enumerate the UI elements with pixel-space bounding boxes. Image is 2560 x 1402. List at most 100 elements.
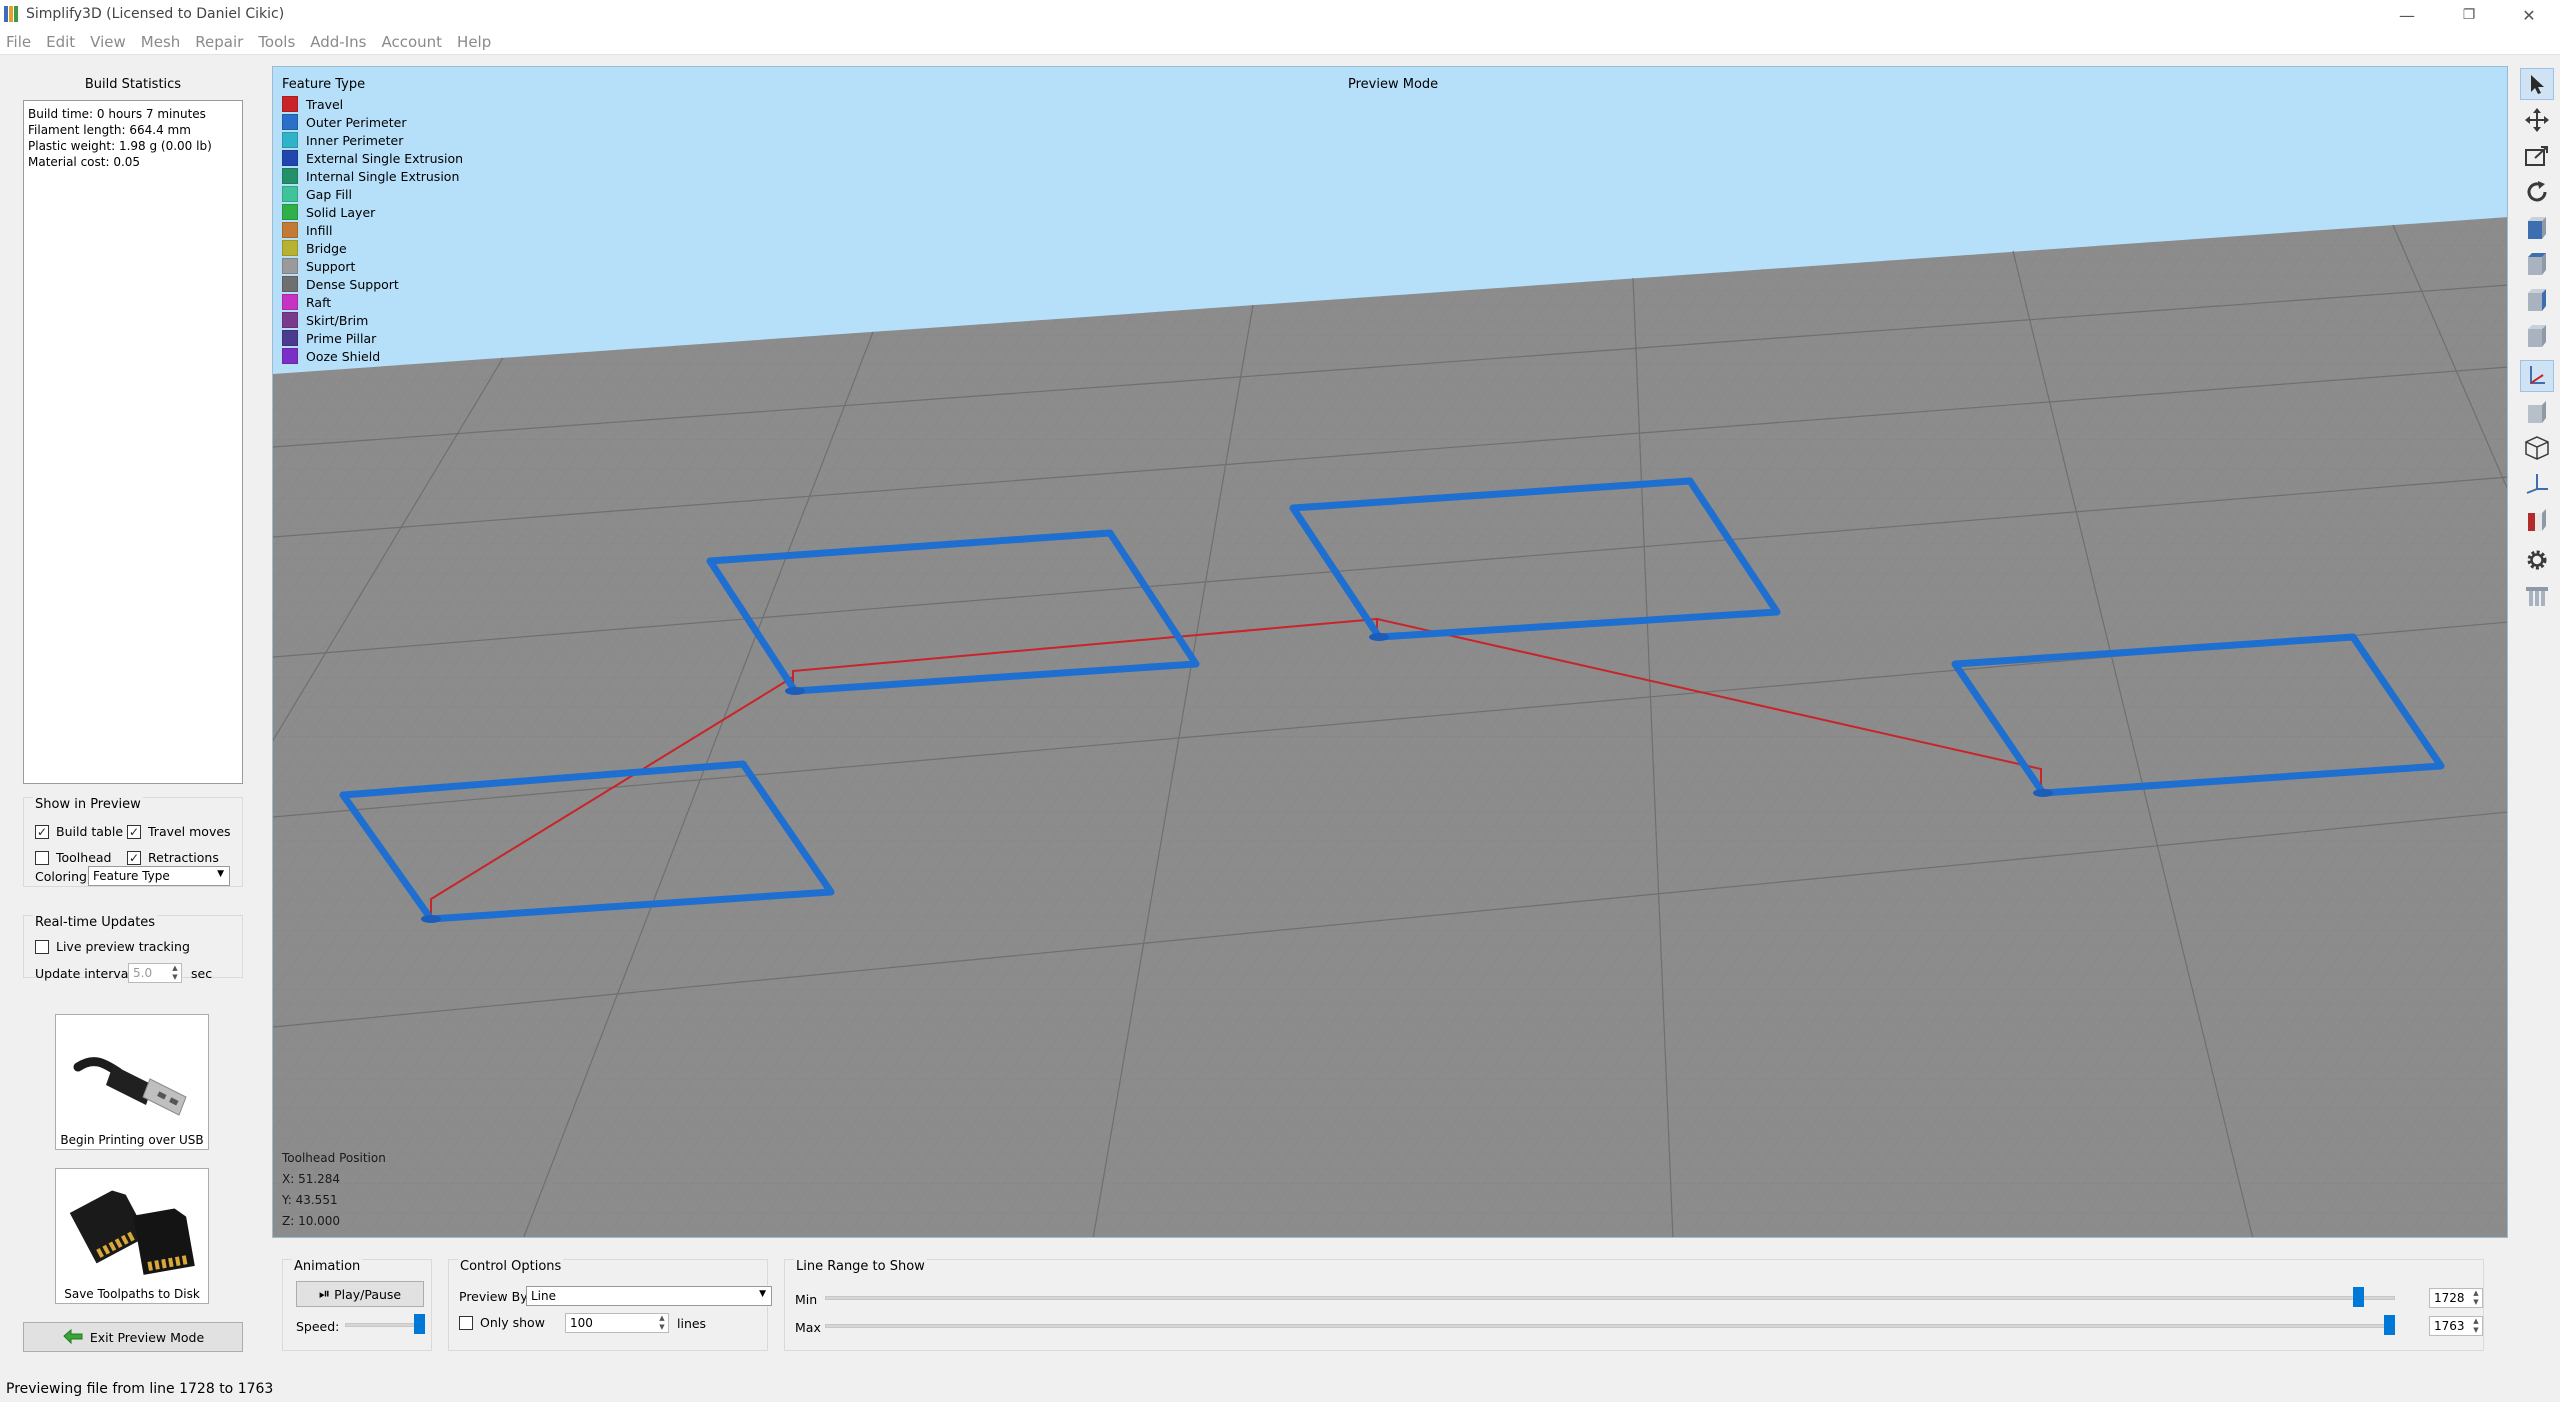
menu-repair[interactable]: Repair xyxy=(195,33,243,51)
preview-by-select[interactable]: Line ▼ xyxy=(526,1286,772,1306)
speed-slider-track[interactable] xyxy=(345,1323,425,1327)
cube-left-icon xyxy=(2528,289,2546,311)
live-preview-checkbox[interactable]: Live preview tracking xyxy=(35,939,190,954)
line-range-title: Line Range to Show xyxy=(794,1259,927,1274)
view-cross-section-button[interactable] xyxy=(2520,504,2554,536)
max-label: Max xyxy=(795,1320,821,1335)
legend-swatch xyxy=(282,132,298,148)
view-solid-button[interactable] xyxy=(2520,396,2554,428)
control-options-group: Control Options Preview By Line ▼ Only s… xyxy=(448,1259,772,1351)
title-bar: Simplify3D (Licensed to Daniel Cikic) — … xyxy=(0,0,2560,30)
minimize-button[interactable]: — xyxy=(2378,0,2436,30)
menu-file[interactable]: File xyxy=(6,33,31,51)
legend-swatch xyxy=(282,312,298,328)
view-top-button[interactable] xyxy=(2520,248,2554,280)
bottom-controls: Animation ⏯ Play/Pause Speed: Control Op… xyxy=(272,1244,2508,1356)
retractions-check-box[interactable]: ✓ xyxy=(127,850,141,865)
build-time: Build time: 0 hours 7 minutes xyxy=(28,107,206,121)
only-show-lines-spinner[interactable]: 100 ▲ ▼ xyxy=(565,1313,669,1333)
menu-add-ins[interactable]: Add-Ins xyxy=(310,33,366,51)
max-slider-track[interactable] xyxy=(825,1324,2395,1328)
legend-label: Internal Single Extrusion xyxy=(306,168,460,184)
only-show-checkbox[interactable]: Only show xyxy=(459,1315,545,1330)
build-table-checkbox[interactable]: ✓ Build table xyxy=(35,824,123,839)
view-wireframe-button[interactable] xyxy=(2520,432,2554,464)
menu-tools[interactable]: Tools xyxy=(258,33,295,51)
play-pause-button[interactable]: ⏯ Play/Pause xyxy=(296,1281,424,1307)
toolhead-check-box[interactable] xyxy=(35,850,49,865)
update-interval-spinner[interactable]: 5.0 ▲ ▼ xyxy=(128,963,182,983)
toolhead-z: Z: 10.000 xyxy=(282,1214,341,1228)
only-show-label: Only show xyxy=(480,1315,545,1330)
play-pause-icon: ⏯ xyxy=(318,1286,331,1302)
status-bar: Previewing file from line 1728 to 1763 xyxy=(0,1378,2560,1402)
preview-mode-label: Preview Mode xyxy=(1348,77,1439,92)
min-slider-thumb[interactable] xyxy=(2352,1287,2364,1307)
preview-viewport[interactable]: Feature Type Travel Outer Perimeter Inne… xyxy=(272,66,2508,1238)
legend-item-raft: Raft xyxy=(282,293,331,311)
material-cost: Material cost: 0.05 xyxy=(28,155,141,169)
build-table-label: Build table xyxy=(56,824,124,839)
legend-label: Dense Support xyxy=(306,276,399,292)
menu-account[interactable]: Account xyxy=(381,33,442,51)
close-button[interactable]: ✕ xyxy=(2500,0,2558,30)
spin-arrows-icon[interactable]: ▲ ▼ xyxy=(170,964,180,982)
legend-label: Support xyxy=(306,258,356,274)
legend-swatch xyxy=(282,240,298,256)
preview-canvas[interactable] xyxy=(273,67,2508,1238)
legend-item-inner-perimeter: Inner Perimeter xyxy=(282,131,403,149)
legend-swatch xyxy=(282,294,298,310)
dropdown-arrow-icon: ▼ xyxy=(217,869,224,879)
axes-icon xyxy=(2530,366,2545,384)
view-right-button[interactable] xyxy=(2520,320,2554,352)
legend-swatch xyxy=(282,258,298,274)
build-plate-button[interactable] xyxy=(2520,580,2554,612)
spin-arrows-icon[interactable]: ▲ ▼ xyxy=(2471,1317,2481,1335)
max-slider-thumb[interactable] xyxy=(2384,1315,2395,1335)
scale-tool-button[interactable] xyxy=(2520,140,2554,172)
coloring-value: Feature Type xyxy=(93,869,170,883)
only-show-check-box[interactable] xyxy=(459,1315,473,1330)
line-range-group: Line Range to Show Min 1728 ▲ ▼ Max 1763 … xyxy=(784,1259,2484,1351)
view-left-button[interactable] xyxy=(2520,284,2554,316)
min-slider-track[interactable] xyxy=(825,1296,2395,1300)
build-table-check-box[interactable]: ✓ xyxy=(35,824,49,839)
menu-edit[interactable]: Edit xyxy=(46,33,75,51)
maximize-button[interactable]: ❐ xyxy=(2440,0,2498,30)
settings-button[interactable] xyxy=(2520,544,2554,576)
travel-moves-check-box[interactable]: ✓ xyxy=(127,824,141,839)
toolhead-checkbox[interactable]: Toolhead xyxy=(35,850,112,865)
save-toolpaths-button[interactable]: Save Toolpaths to Disk xyxy=(55,1168,209,1304)
menu-mesh[interactable]: Mesh xyxy=(141,33,181,51)
gear-icon xyxy=(2527,550,2547,570)
live-preview-label: Live preview tracking xyxy=(56,939,190,954)
min-line-spinner[interactable]: 1728 ▲ ▼ xyxy=(2429,1288,2483,1308)
exit-preview-mode-button[interactable]: Exit Preview Mode xyxy=(23,1322,243,1352)
live-preview-check-box[interactable] xyxy=(35,939,49,954)
legend-swatch xyxy=(282,186,298,202)
retractions-checkbox[interactable]: ✓ Retractions xyxy=(127,850,219,865)
support-pillars-icon xyxy=(2526,587,2548,606)
spin-arrows-icon[interactable]: ▲ ▼ xyxy=(657,1314,667,1332)
wireframe-icon xyxy=(2525,436,2549,460)
select-tool-button[interactable] xyxy=(2520,68,2554,100)
coloring-label: Coloring xyxy=(35,869,87,884)
menu-view[interactable]: View xyxy=(90,33,126,51)
max-line-spinner[interactable]: 1763 ▲ ▼ xyxy=(2429,1316,2483,1336)
play-pause-label: Play/Pause xyxy=(334,1286,402,1302)
travel-moves-checkbox[interactable]: ✓ Travel moves xyxy=(127,824,231,839)
rotate-tool-button[interactable] xyxy=(2520,176,2554,208)
begin-printing-usb-button[interactable]: Begin Printing over USB xyxy=(55,1014,209,1150)
coloring-select[interactable]: Feature Type ▼ xyxy=(88,866,230,886)
legend-item-bridge: Bridge xyxy=(282,239,347,257)
spin-arrows-icon[interactable]: ▲ ▼ xyxy=(2471,1289,2481,1307)
scale-icon xyxy=(2525,146,2548,166)
view-front-button[interactable] xyxy=(2520,212,2554,244)
view-isometric-button[interactable] xyxy=(2520,360,2554,392)
legend-swatch xyxy=(282,150,298,166)
move-tool-button[interactable] xyxy=(2520,104,2554,136)
menu-help[interactable]: Help xyxy=(457,33,491,51)
cross-section-icon xyxy=(2528,509,2546,531)
speed-slider-thumb[interactable] xyxy=(414,1314,425,1334)
view-axes-button[interactable] xyxy=(2520,468,2554,500)
